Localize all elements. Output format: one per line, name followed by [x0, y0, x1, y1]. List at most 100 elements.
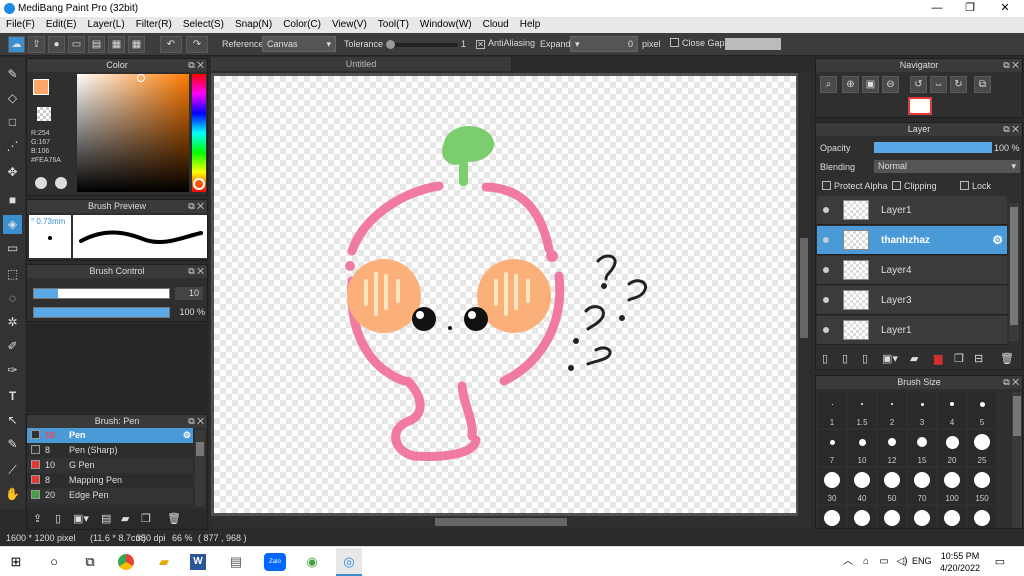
menu-window[interactable]: Window(W) — [414, 17, 477, 30]
antialiasing-checkbox[interactable]: ✕ AntiAliasing — [476, 38, 535, 49]
clipping-checkbox[interactable]: Clipping — [892, 181, 937, 191]
menu-file[interactable]: File(F) — [0, 17, 40, 30]
menu-view[interactable]: View(V) — [326, 17, 372, 30]
panel-close-icon[interactable]: ⧉ ✕ — [188, 200, 204, 213]
minimize-button[interactable]: — — [920, 0, 954, 17]
magic-wand-tool-icon[interactable]: ✲ — [3, 313, 22, 332]
input-language[interactable]: ENG — [912, 556, 932, 566]
hand-tool-icon[interactable]: ✋ — [3, 485, 22, 504]
hue-handle[interactable] — [193, 178, 205, 190]
add-layer-menu-icon[interactable]: ▣▾ — [882, 352, 898, 365]
text-tool-icon[interactable]: T — [3, 387, 22, 406]
close-button[interactable]: ✕ — [988, 0, 1022, 17]
panel-close-icon[interactable]: ⧉ ✕ — [188, 265, 204, 278]
brush-size-option[interactable]: 100 — [938, 468, 966, 504]
brush-size-option[interactable]: 15 — [908, 430, 936, 466]
color-cursor[interactable] — [137, 74, 145, 82]
palette-icon[interactable] — [35, 177, 47, 189]
task-view-icon[interactable]: ⧉ — [80, 552, 100, 572]
scroll-thumb[interactable] — [1013, 396, 1021, 436]
brush-item[interactable]: 20 Edge Pen — [27, 488, 193, 503]
brush-settings-icon[interactable]: ▤ — [101, 512, 111, 525]
panel-close-icon[interactable]: ⧉ ✕ — [188, 415, 204, 428]
navigator-thumbnail[interactable] — [908, 97, 932, 115]
layer-opacity-slider[interactable] — [874, 142, 992, 153]
fill-rect-tool-icon[interactable]: ■ — [3, 191, 22, 210]
new-layer-icon[interactable]: ▯ — [822, 352, 828, 365]
brush-size-option[interactable]: 2 — [878, 392, 906, 428]
brush-size-slider[interactable] — [33, 288, 170, 299]
visibility-eye-icon[interactable] — [823, 267, 829, 273]
visibility-eye-icon[interactable] — [823, 237, 829, 243]
brush-size-value[interactable]: 10 — [175, 287, 203, 300]
new-halftone-layer-icon[interactable]: ▯ — [842, 352, 848, 365]
layer-folder-icon[interactable]: ▰ — [910, 352, 918, 365]
notifications-icon[interactable]: ▭ — [990, 552, 1010, 572]
scroll-thumb[interactable] — [196, 442, 204, 456]
upload-icon[interactable]: ⇪ — [28, 36, 45, 53]
slider-handle[interactable] — [386, 40, 395, 49]
primary-color-swatch[interactable] — [33, 79, 49, 95]
brush-size-option[interactable]: 5 — [968, 392, 996, 428]
menu-tool[interactable]: Tool(T) — [372, 17, 414, 30]
gradient-tool-icon[interactable]: ▭ — [3, 239, 22, 258]
close-gaps-slider[interactable] — [725, 38, 781, 50]
transparent-swatch[interactable] — [37, 107, 51, 121]
select-eraser-tool-icon[interactable]: ✑ — [3, 361, 22, 380]
show-hidden-icons-icon[interactable]: ︿ — [838, 552, 858, 572]
zoom-fit-icon[interactable]: ⌕ — [820, 76, 837, 93]
canvas-horizontal-scrollbar[interactable] — [211, 516, 811, 528]
brush-size-option[interactable]: 4 — [938, 392, 966, 428]
brush-size-option[interactable]: 150 — [968, 468, 996, 504]
brush-item[interactable]: 10 Pen ⚙ — [27, 428, 193, 443]
gear-icon[interactable]: ⚙ — [992, 233, 1003, 247]
menu-snap[interactable]: Snap(N) — [229, 17, 277, 30]
maximize-button[interactable]: ❐ — [953, 0, 987, 17]
word-icon[interactable]: W — [190, 554, 206, 570]
expand-input[interactable]: ▾ 0 — [570, 36, 638, 52]
saturation-value-picker[interactable] — [77, 74, 189, 192]
panel-close-icon[interactable]: ⧉ ✕ — [1003, 376, 1019, 389]
blending-select[interactable]: Normal ▾ — [874, 160, 1020, 173]
rotate-right-icon[interactable]: ↻ — [950, 76, 967, 93]
green-app-icon[interactable]: ◉ — [302, 552, 322, 572]
brush-size-option[interactable]: 25 — [968, 430, 996, 466]
network-icon[interactable]: ⌂ — [856, 552, 876, 572]
tolerance-slider[interactable] — [386, 40, 458, 49]
brush-item[interactable]: 8 Pen (Sharp) — [27, 443, 193, 458]
brush-size-option[interactable] — [908, 506, 936, 528]
gear-icon[interactable]: ⚙ — [183, 428, 191, 443]
merge-layer-icon[interactable]: ⊟ — [974, 352, 983, 365]
select-rect-tool-icon[interactable]: ⬚ — [3, 265, 22, 284]
menu-color[interactable]: Color(C) — [277, 17, 326, 30]
file-explorer-icon[interactable]: ▰ — [154, 552, 174, 572]
hue-slider[interactable] — [192, 74, 206, 192]
chrome-icon[interactable] — [118, 554, 134, 570]
scroll-thumb[interactable] — [435, 518, 567, 526]
add-cloud-brush-icon[interactable]: ⇪ — [33, 512, 42, 525]
shape-tool-icon[interactable]: □ — [3, 113, 22, 132]
menu-cloud[interactable]: Cloud — [477, 17, 514, 30]
brush-size-option[interactable]: 1.5 — [848, 392, 876, 428]
brush-list-scrollbar[interactable] — [195, 430, 205, 506]
close-gaps-checkbox[interactable]: Close Gaps — [670, 38, 729, 48]
zalo-icon[interactable]: Zalo — [264, 553, 286, 571]
brush-size-option[interactable]: 50 — [878, 468, 906, 504]
dot-tool-icon[interactable]: ⋰ — [3, 137, 22, 156]
panel-close-icon[interactable]: ⧉ ✕ — [1003, 123, 1019, 136]
panel-close-icon[interactable]: ⧉ ✕ — [1003, 59, 1019, 72]
new-brush-icon[interactable]: ▯ — [55, 512, 61, 525]
brush-size-option[interactable]: 70 — [908, 468, 936, 504]
search-icon[interactable]: ○ — [44, 552, 64, 572]
comment-icon[interactable]: ▭ — [68, 36, 85, 53]
page-icon[interactable]: ▤ — [88, 36, 105, 53]
brush-size-option[interactable]: 12 — [878, 430, 906, 466]
eyedropper-tool-icon[interactable]: ⟋ — [3, 461, 22, 480]
move-tool-icon[interactable]: ✥ — [3, 163, 22, 182]
operation-tool-icon[interactable]: ↖ — [3, 411, 22, 430]
zoom-in-icon[interactable]: ⊕ — [842, 76, 859, 93]
redo-icon[interactable]: ↷ — [186, 36, 208, 53]
visibility-eye-icon[interactable] — [823, 297, 829, 303]
menu-filter[interactable]: Filter(R) — [130, 17, 177, 30]
reference-select[interactable]: Canvas ▾ — [262, 36, 336, 52]
